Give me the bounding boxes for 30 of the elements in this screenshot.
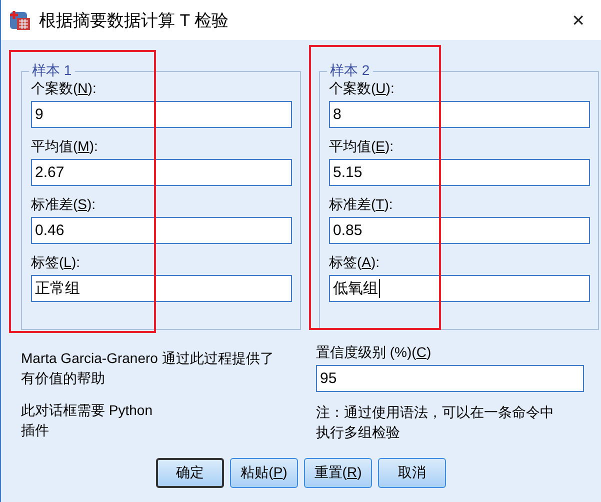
input-field[interactable]: 9 [31, 101, 292, 128]
requirement-text: 此对话框需要 Python 插件 [21, 401, 154, 440]
calculator-icon [9, 9, 31, 31]
dialog-button[interactable]: 取消 [378, 458, 446, 488]
input-field[interactable]: 95 [316, 365, 584, 392]
input-field[interactable]: 0.85 [329, 217, 590, 244]
field-label: 个案数(U): [329, 80, 396, 98]
field-label: 平均值(E): [329, 138, 395, 156]
field-label: 平均值(M): [31, 138, 99, 156]
close-button[interactable]: ✕ [564, 10, 593, 30]
input-field[interactable]: 5.15 [329, 159, 590, 186]
group-title: 样本 2 [329, 62, 371, 80]
credits-text: Marta Garcia-Granero 通过此过程提供了有价值的帮助 [21, 349, 275, 388]
field-label: 标签(L): [31, 254, 82, 272]
field-label: 标准差(S): [31, 196, 97, 214]
field-label: 个案数(N): [31, 80, 98, 98]
input-field[interactable]: 0.46 [31, 217, 292, 244]
dialog-button[interactable]: 重置(R) [304, 458, 372, 488]
input-field[interactable]: 低氧组 [329, 275, 590, 302]
field-label: 标准差(T): [329, 196, 394, 214]
dialog-button[interactable]: 确定 [156, 458, 224, 488]
field-label: 标签(A): [329, 254, 381, 272]
dialog-button[interactable]: 粘贴(P) [230, 458, 298, 488]
window-title: 根据摘要数据计算 T 检验 [39, 10, 230, 32]
input-field[interactable]: 正常组 [31, 275, 292, 302]
input-field[interactable]: 8 [329, 101, 590, 128]
group-title: 样本 1 [31, 62, 73, 80]
input-field[interactable]: 2.67 [31, 159, 292, 186]
note-text: 注：通过使用语法，可以在一条命令中执行多组检验 [316, 403, 555, 442]
field-label: 置信度级别 (%)(C) [316, 344, 432, 362]
